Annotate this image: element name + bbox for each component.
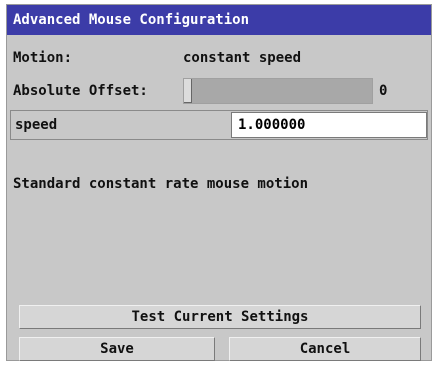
speed-label: speed — [15, 117, 58, 133]
test-settings-button[interactable]: Test Current Settings — [19, 305, 421, 329]
motion-label: Motion: — [13, 50, 73, 66]
absolute-offset-slider-thumb[interactable] — [184, 79, 192, 103]
motion-value: constant speed — [183, 50, 302, 66]
motion-description: Standard constant rate mouse motion — [13, 176, 309, 192]
mouse-config-dialog: Advanced Mouse Configuration Motion: con… — [6, 4, 432, 361]
absolute-offset-slider[interactable] — [183, 78, 373, 104]
absolute-offset-value: 0 — [379, 83, 388, 99]
cancel-button[interactable]: Cancel — [229, 337, 421, 361]
speed-row: speed — [10, 110, 428, 140]
save-button[interactable]: Save — [19, 337, 215, 361]
absolute-offset-label: Absolute Offset: — [13, 83, 148, 99]
speed-input[interactable] — [231, 112, 427, 138]
dialog-title-bar: Advanced Mouse Configuration — [7, 5, 431, 35]
dialog-title: Advanced Mouse Configuration — [13, 12, 250, 28]
